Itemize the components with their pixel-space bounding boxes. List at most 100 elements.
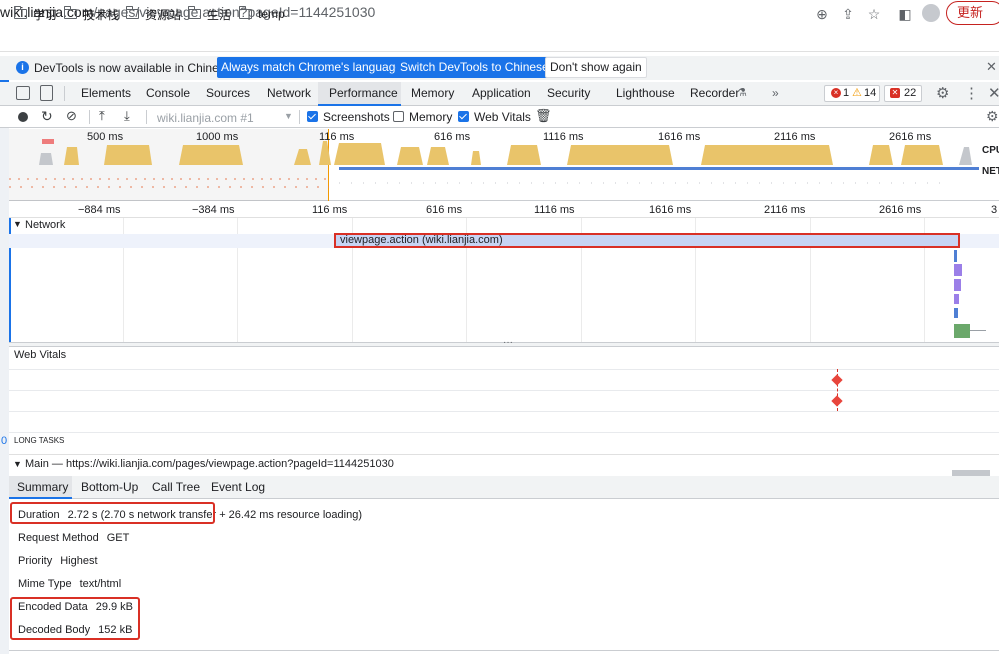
collapse-triangle-icon[interactable]: ▼: [13, 219, 22, 229]
ruler-tick: −884 ms: [78, 204, 121, 216]
divider: [89, 110, 90, 124]
folder-icon: [64, 6, 77, 19]
profile-avatar[interactable]: [922, 4, 940, 22]
request-bar-small[interactable]: [954, 294, 959, 304]
tab-recorder[interactable]: Recorder: [690, 86, 739, 100]
capture-settings-icon[interactable]: ⚙: [986, 108, 999, 125]
tab-performance[interactable]: Performance: [329, 86, 398, 100]
dont-show-button[interactable]: Don't show again: [545, 57, 647, 78]
web-vitals-checkbox[interactable]: [458, 111, 469, 122]
switch-chinese-button[interactable]: Switch DevTools to Chinese: [396, 57, 553, 78]
request-bar-small[interactable]: [954, 250, 957, 262]
record-icon[interactable]: [18, 112, 28, 122]
match-language-button[interactable]: Always match Chrome's language: [217, 57, 407, 78]
annotation-duration-box: [10, 502, 215, 524]
upload-profile-icon[interactable]: ⤒: [99, 108, 105, 124]
time-ruler: [9, 201, 999, 218]
tab-network[interactable]: Network: [267, 86, 311, 100]
tab-console[interactable]: Console: [146, 86, 190, 100]
download-profile-icon[interactable]: ⤓: [124, 108, 130, 124]
mime-type-row: Mime Type text/html: [18, 578, 121, 590]
ruler-tick: −384 ms: [192, 204, 235, 216]
device-toggle-icon[interactable]: [40, 85, 53, 101]
tab-application[interactable]: Application: [472, 86, 531, 100]
ruler-tick: 1116 ms: [534, 204, 575, 216]
request-bar-small[interactable]: [954, 264, 962, 276]
page-edge: [0, 56, 9, 654]
main-track-title[interactable]: Main — https://wiki.lianjia.com/pages/vi…: [25, 458, 394, 470]
bookmark-label: 生活: [207, 7, 232, 22]
share-icon[interactable]: ⇪: [839, 5, 857, 23]
bookmark-resources[interactable]: 资源站: [126, 6, 181, 22]
lcp-marker-icon[interactable]: [831, 395, 843, 407]
memory-checkbox[interactable]: [393, 111, 404, 122]
priority-label: Priority: [18, 555, 53, 567]
close-icon[interactable]: ✕: [986, 59, 997, 75]
star-icon[interactable]: ☆: [865, 5, 883, 23]
request-bar-small[interactable]: [954, 308, 958, 318]
collapse-triangle-icon[interactable]: ▼: [13, 459, 22, 469]
error-count: 1: [843, 87, 850, 99]
resize-dots-icon[interactable]: ···: [503, 337, 513, 348]
bottom-divider: [9, 650, 999, 651]
bookmark-tech[interactable]: 技术栈: [64, 6, 119, 22]
inspect-icon[interactable]: [16, 86, 30, 100]
folder-icon: [126, 6, 139, 19]
request-method-row: Request Method GET: [18, 532, 129, 544]
vitals-divider: [9, 432, 999, 433]
tab-bottom-up[interactable]: Bottom-Up: [81, 480, 138, 494]
tab-event-log[interactable]: Event Log: [211, 480, 265, 494]
bookmark-temp[interactable]: temp: [239, 6, 285, 22]
chevron-down-icon: ▼: [284, 111, 293, 121]
issues-icon: ✕: [890, 88, 900, 98]
folder-icon: [239, 6, 252, 19]
request-bar-small[interactable]: [954, 279, 961, 291]
screenshots-checkbox[interactable]: [307, 111, 318, 122]
ruler-tick: 2116 ms: [764, 204, 806, 216]
tab-elements[interactable]: Elements: [81, 86, 131, 100]
bookmark-study[interactable]: 学习: [14, 6, 57, 22]
tab-security[interactable]: Security: [547, 86, 590, 100]
overview-cpu-chart: [9, 139, 979, 188]
fcp-marker-icon[interactable]: [831, 374, 843, 386]
reload-record-icon[interactable]: ↻: [41, 108, 53, 125]
screenshots-label: Screenshots: [323, 110, 390, 124]
more-tabs-button[interactable]: »: [772, 86, 779, 100]
priority-value: Highest: [60, 555, 98, 567]
network-track-title[interactable]: Network: [25, 219, 65, 231]
vitals-divider: [9, 390, 999, 391]
divider: [64, 86, 65, 101]
tab-sources[interactable]: Sources: [206, 86, 250, 100]
tab-summary[interactable]: Summary: [17, 480, 68, 494]
gear-icon[interactable]: ⚙: [936, 84, 949, 102]
close-devtools-icon[interactable]: ✕: [988, 84, 999, 102]
tab-call-tree[interactable]: Call Tree: [152, 480, 200, 494]
warning-icon: ⚠: [852, 87, 862, 99]
request-bar[interactable]: viewpage.action (wiki.lianjia.com): [334, 233, 960, 248]
bookmark-label: 技术栈: [83, 7, 120, 22]
clear-icon[interactable]: ⊘: [66, 108, 77, 124]
vitals-divider: [9, 369, 999, 370]
profile-select[interactable]: wiki.lianjia.com #1: [157, 111, 254, 125]
long-tasks-prefix: 0: [1, 435, 8, 447]
trash-icon[interactable]: 🗑: [535, 108, 552, 124]
folder-icon: [14, 6, 27, 19]
bookmarks-bar: [0, 26, 999, 52]
issues-count: 22: [904, 87, 917, 99]
folder-icon: [188, 6, 201, 19]
update-button[interactable]: 更新: [946, 1, 999, 25]
ruler-tick: 116 ms: [312, 204, 348, 216]
bookmark-life[interactable]: 生活: [188, 6, 231, 22]
request-method-value: GET: [106, 532, 130, 544]
ruler-tick: 616 ms: [426, 204, 463, 216]
sidepanel-icon[interactable]: ◧: [896, 5, 914, 23]
request-bar-small[interactable]: [954, 324, 970, 338]
kebab-menu-icon[interactable]: ⋮: [964, 84, 979, 102]
flask-icon: ⚗: [737, 87, 747, 99]
zoom-icon[interactable]: ⊕: [813, 5, 831, 23]
tab-memory[interactable]: Memory: [411, 86, 454, 100]
bookmark-label: 资源站: [145, 7, 182, 22]
tab-lighthouse[interactable]: Lighthouse: [616, 86, 675, 100]
web-vitals-title: Web Vitals: [14, 349, 67, 361]
memory-label: Memory: [409, 110, 453, 124]
